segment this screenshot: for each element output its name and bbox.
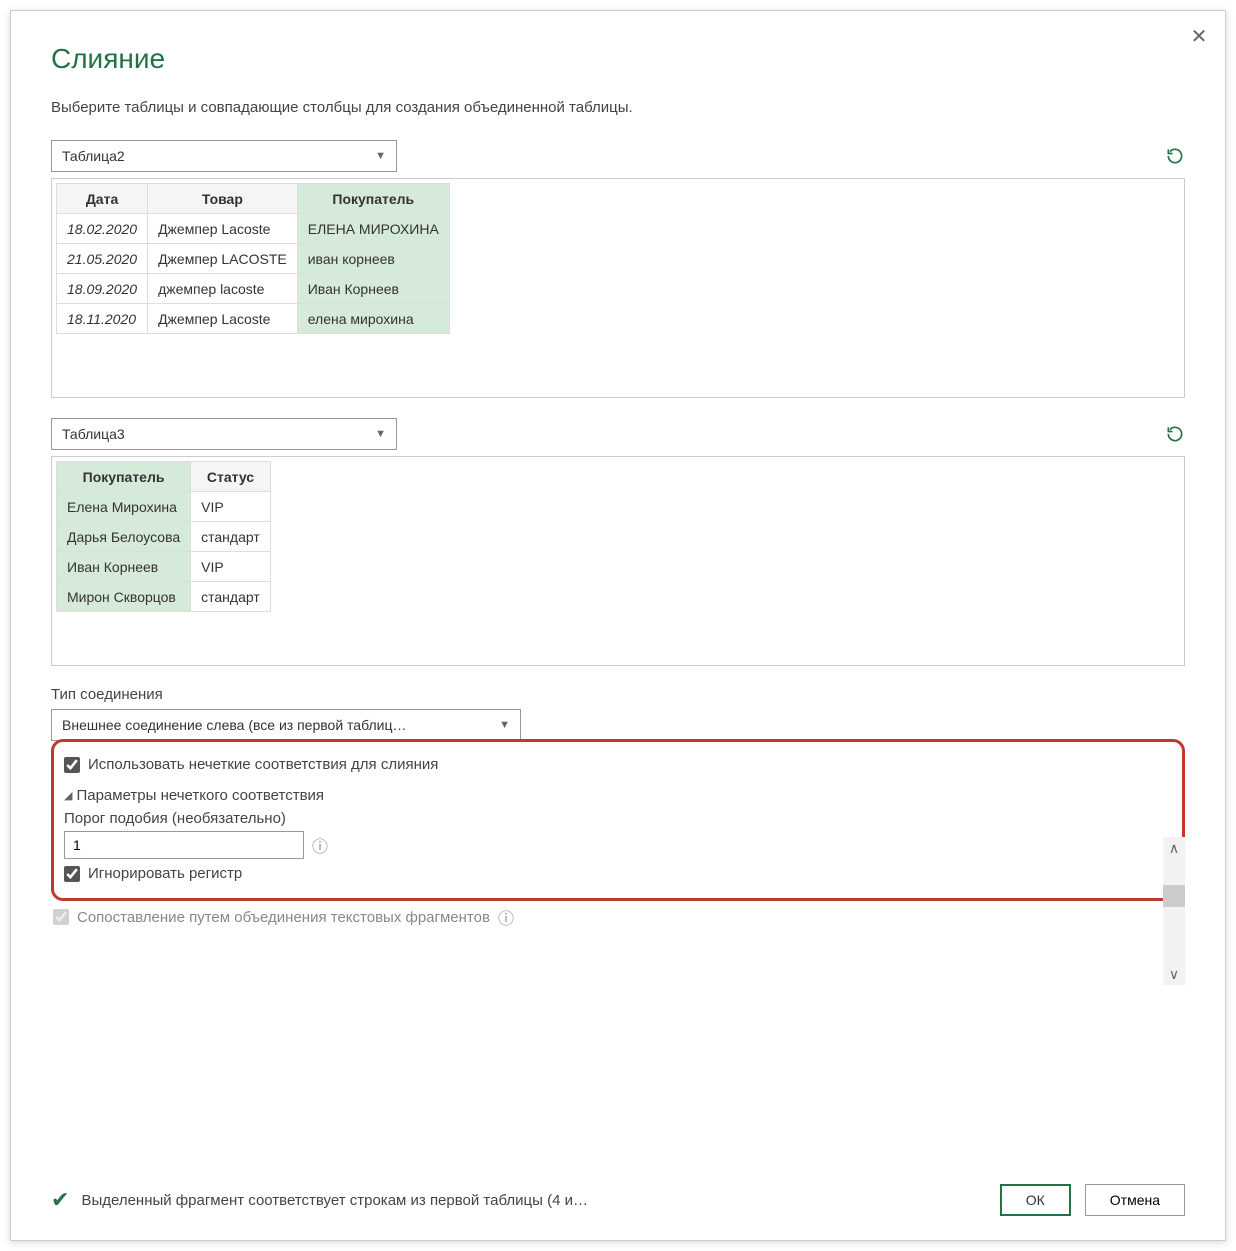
refresh-icon[interactable] bbox=[1165, 146, 1185, 166]
ignore-case-checkbox[interactable]: Игнорировать регистр bbox=[64, 865, 1172, 882]
chevron-down-icon: ▼ bbox=[499, 719, 510, 731]
chevron-down-icon: ▼ bbox=[375, 150, 386, 162]
table-cell[interactable]: Джемпер LACOSTE bbox=[148, 244, 298, 274]
threshold-label: Порог подобия (необязательно) bbox=[64, 810, 1172, 827]
info-icon[interactable]: ⓘ bbox=[312, 833, 328, 857]
ignore-case-label: Игнорировать регистр bbox=[88, 865, 242, 882]
table-cell[interactable]: 21.05.2020 bbox=[57, 244, 148, 274]
table-cell[interactable]: 18.11.2020 bbox=[57, 304, 148, 334]
match-by-combining-row: Сопоставление путем объединения текстовы… bbox=[51, 905, 1185, 929]
cancel-button[interactable]: Отмена bbox=[1085, 1184, 1185, 1216]
table-cell[interactable]: иван корнеев bbox=[297, 244, 449, 274]
match-combining-input bbox=[53, 909, 69, 925]
table2-value: Таблица3 bbox=[62, 426, 125, 442]
table-cell[interactable]: Мирон Скворцов bbox=[57, 582, 191, 612]
table-row[interactable]: 18.02.2020Джемпер LacosteЕЛЕНА МИРОХИНА bbox=[57, 214, 450, 244]
table1-value: Таблица2 bbox=[62, 148, 125, 164]
table2-grid[interactable]: ПокупательСтатусЕлена МирохинаVIPДарья Б… bbox=[56, 461, 271, 612]
table-row[interactable]: 21.05.2020Джемпер LACOSTEиван корнеев bbox=[57, 244, 450, 274]
refresh-icon[interactable] bbox=[1165, 424, 1185, 444]
column-header[interactable]: Покупатель bbox=[297, 184, 449, 214]
table-cell[interactable]: 18.02.2020 bbox=[57, 214, 148, 244]
fuzzy-params-label: Параметры нечеткого соответствия bbox=[76, 787, 324, 804]
threshold-input[interactable] bbox=[64, 831, 304, 859]
table-cell[interactable]: ЕЛЕНА МИРОХИНА bbox=[297, 214, 449, 244]
scroll-down-icon[interactable]: ∨ bbox=[1163, 963, 1185, 985]
join-type-dropdown[interactable]: Внешнее соединение слева (все из первой … bbox=[51, 709, 521, 741]
table-row[interactable]: Иван КорнеевVIP bbox=[57, 552, 271, 582]
table-cell[interactable]: Иван Корнеев bbox=[297, 274, 449, 304]
table-cell[interactable]: VIP bbox=[191, 552, 271, 582]
table1-dropdown[interactable]: Таблица2 ▼ bbox=[51, 140, 397, 172]
table-cell[interactable]: VIP bbox=[191, 492, 271, 522]
dialog-title: Слияние bbox=[51, 43, 1185, 75]
close-icon[interactable]: ✕ bbox=[1187, 25, 1211, 49]
table-row[interactable]: Мирон Скворцовстандарт bbox=[57, 582, 271, 612]
column-header[interactable]: Статус bbox=[191, 462, 271, 492]
table1-grid[interactable]: ДатаТоварПокупатель18.02.2020Джемпер Lac… bbox=[56, 183, 450, 334]
triangle-down-icon: ◢ bbox=[64, 789, 72, 802]
column-header[interactable]: Дата bbox=[57, 184, 148, 214]
scroll-thumb[interactable] bbox=[1163, 885, 1185, 907]
table-cell[interactable]: Джемпер Lacoste bbox=[148, 304, 298, 334]
table-row[interactable]: 18.11.2020Джемпер Lacosteелена мирохина bbox=[57, 304, 450, 334]
table-row[interactable]: Дарья Белоусовастандарт bbox=[57, 522, 271, 552]
use-fuzzy-checkbox[interactable]: Использовать нечеткие соответствия для с… bbox=[64, 756, 1172, 773]
join-type-label: Тип соединения bbox=[51, 686, 1185, 703]
options-scrollbar[interactable]: ∧ ∨ bbox=[1163, 837, 1185, 985]
ignore-case-input[interactable] bbox=[64, 866, 80, 882]
fuzzy-options-highlight: Использовать нечеткие соответствия для с… bbox=[51, 739, 1185, 901]
ok-button[interactable]: ОК bbox=[1000, 1184, 1071, 1216]
table-cell[interactable]: стандарт bbox=[191, 582, 271, 612]
table-row[interactable]: Елена МирохинаVIP bbox=[57, 492, 271, 522]
table2-preview: ПокупательСтатусЕлена МирохинаVIPДарья Б… bbox=[51, 456, 1185, 666]
table-cell[interactable]: елена мирохина bbox=[297, 304, 449, 334]
column-header[interactable]: Товар bbox=[148, 184, 298, 214]
chevron-down-icon: ▼ bbox=[375, 428, 386, 440]
dialog-subtitle: Выберите таблицы и совпадающие столбцы д… bbox=[51, 99, 1185, 116]
table-cell[interactable]: Елена Мирохина bbox=[57, 492, 191, 522]
match-combining-label: Сопоставление путем объединения текстовы… bbox=[77, 909, 490, 926]
table-cell[interactable]: Дарья Белоусова bbox=[57, 522, 191, 552]
table-cell[interactable]: Иван Корнеев bbox=[57, 552, 191, 582]
table-cell[interactable]: Джемпер Lacoste bbox=[148, 214, 298, 244]
checkmark-icon: ✔ bbox=[51, 1187, 69, 1213]
use-fuzzy-input[interactable] bbox=[64, 757, 80, 773]
table2-dropdown[interactable]: Таблица3 ▼ bbox=[51, 418, 397, 450]
fuzzy-params-expander[interactable]: ◢ Параметры нечеткого соответствия bbox=[64, 787, 1172, 804]
table-cell[interactable]: джемпер lacoste bbox=[148, 274, 298, 304]
table1-preview: ДатаТоварПокупатель18.02.2020Джемпер Lac… bbox=[51, 178, 1185, 398]
table-row[interactable]: 18.09.2020джемпер lacosteИван Корнеев bbox=[57, 274, 450, 304]
table-cell[interactable]: стандарт bbox=[191, 522, 271, 552]
join-type-value: Внешнее соединение слева (все из первой … bbox=[62, 717, 406, 733]
status-text: Выделенный фрагмент соответствует строка… bbox=[81, 1192, 588, 1209]
info-icon: ⓘ bbox=[498, 905, 514, 929]
column-header[interactable]: Покупатель bbox=[57, 462, 191, 492]
table-cell[interactable]: 18.09.2020 bbox=[57, 274, 148, 304]
use-fuzzy-label: Использовать нечеткие соответствия для с… bbox=[88, 756, 438, 773]
scroll-up-icon[interactable]: ∧ bbox=[1163, 837, 1185, 859]
